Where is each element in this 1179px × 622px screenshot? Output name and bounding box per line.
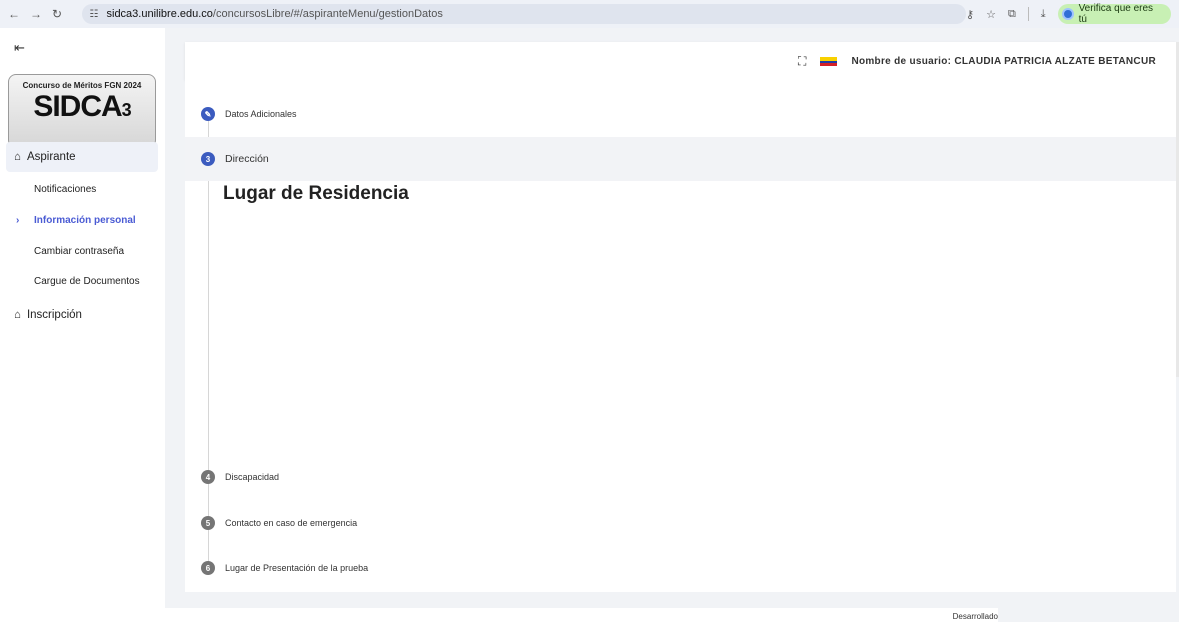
logo-brand: SIDCA3	[9, 91, 155, 126]
step-discapacidad[interactable]: 4 Discapacidad	[185, 455, 1176, 499]
url-path: /concursosLibre/#/aspiranteMenu/gestionD…	[212, 8, 443, 20]
browser-toolbar: ← → ↻ ☷ sidca3.unilibre.edu.co/concursos…	[0, 0, 1179, 28]
sidebar-section-inscripcion[interactable]: ⌂ Inscripción	[6, 300, 158, 330]
step-number: 5	[201, 516, 215, 530]
forward-icon[interactable]: →	[30, 7, 42, 21]
step-datos-adicionales[interactable]: ✎ Datos Adicionales	[185, 92, 1176, 136]
menu-collapse-icon[interactable]: ⇤	[14, 40, 25, 56]
bookmark-star-icon[interactable]: ☆	[986, 8, 996, 21]
step-number: 6	[201, 561, 215, 575]
sidca-logo: Concurso de Méritos FGN 2024 SIDCA3	[8, 74, 156, 148]
back-icon[interactable]: ←	[8, 7, 20, 21]
step-contacto-emergencia[interactable]: 5 Contacto en caso de emergencia	[185, 501, 1176, 545]
step-lugar-presentacion[interactable]: 6 Lugar de Presentación de la prueba	[185, 546, 1176, 590]
site-settings-icon[interactable]: ☷	[90, 9, 99, 20]
step-label: Discapacidad	[225, 472, 280, 482]
sidebar-item-cargue-documentos[interactable]: Cargue de Documentos	[34, 276, 140, 287]
footer: Desarrollado	[165, 608, 998, 622]
home-icon: ⌂	[14, 151, 21, 163]
logo-number: 3	[121, 100, 132, 120]
chevron-right-icon: ›	[16, 215, 20, 226]
sidebar-section-aspirante[interactable]: ⌂ Aspirante	[6, 142, 158, 172]
step-label: Dirección	[225, 153, 269, 165]
footer-text: Desarrollado	[952, 612, 998, 621]
browser-actions: ⚷ ☆ ⧉ ⤓ Verifica que eres tú	[966, 3, 1171, 25]
extensions-icon[interactable]: ⧉	[1008, 8, 1016, 21]
app-header: ⛶ Nombre de usuario: CLAUDIA PATRICIA AL…	[185, 42, 1176, 80]
step-label: Lugar de Presentación de la prueba	[225, 563, 369, 573]
section-title: Lugar de Residencia	[223, 183, 409, 204]
sidebar-section-label: Inscripción	[26, 309, 82, 321]
download-icon[interactable]: ⤓	[1041, 8, 1046, 21]
sidebar-item-cambiar-contrasena[interactable]: Cambiar contraseña	[34, 246, 124, 257]
toolbar-divider	[1027, 7, 1029, 21]
verify-label: Verifica que eres tú	[1078, 3, 1154, 25]
home-icon: ⌂	[14, 309, 21, 321]
logo-caption: Concurso de Méritos FGN 2024	[22, 81, 142, 90]
password-key-icon[interactable]: ⚷	[966, 8, 974, 21]
sidebar-item-informacion-personal[interactable]: › Información personal	[16, 215, 136, 226]
verify-button[interactable]: Verifica que eres tú	[1057, 3, 1171, 25]
step-label: Contacto en caso de emergencia	[225, 518, 358, 528]
sidebar-item-notificaciones[interactable]: Notificaciones	[34, 184, 96, 195]
sidebar-item-label: Información personal	[34, 215, 136, 226]
reload-icon[interactable]: ↻	[52, 7, 62, 21]
step-label: Datos Adicionales	[225, 109, 297, 119]
fullscreen-icon[interactable]: ⛶	[798, 54, 806, 69]
colombia-flag-icon	[820, 56, 838, 66]
logo-brand-text: SIDCA	[33, 90, 122, 123]
step-number: 4	[201, 470, 215, 484]
pencil-icon: ✎	[201, 107, 215, 121]
address-bar[interactable]: ☷ sidca3.unilibre.edu.co/concursosLibre/…	[81, 4, 967, 24]
sidebar-section-label: Aspirante	[26, 151, 76, 163]
profile-avatar-icon	[1061, 8, 1074, 20]
step-number: 3	[201, 152, 215, 166]
url-host: sidca3.unilibre.edu.co	[106, 8, 213, 20]
browser-nav: ← → ↻	[8, 7, 82, 21]
step-direccion[interactable]: 3 Dirección	[185, 137, 1176, 181]
user-name-label: Nombre de usuario: CLAUDIA PATRICIA ALZA…	[851, 55, 1156, 67]
